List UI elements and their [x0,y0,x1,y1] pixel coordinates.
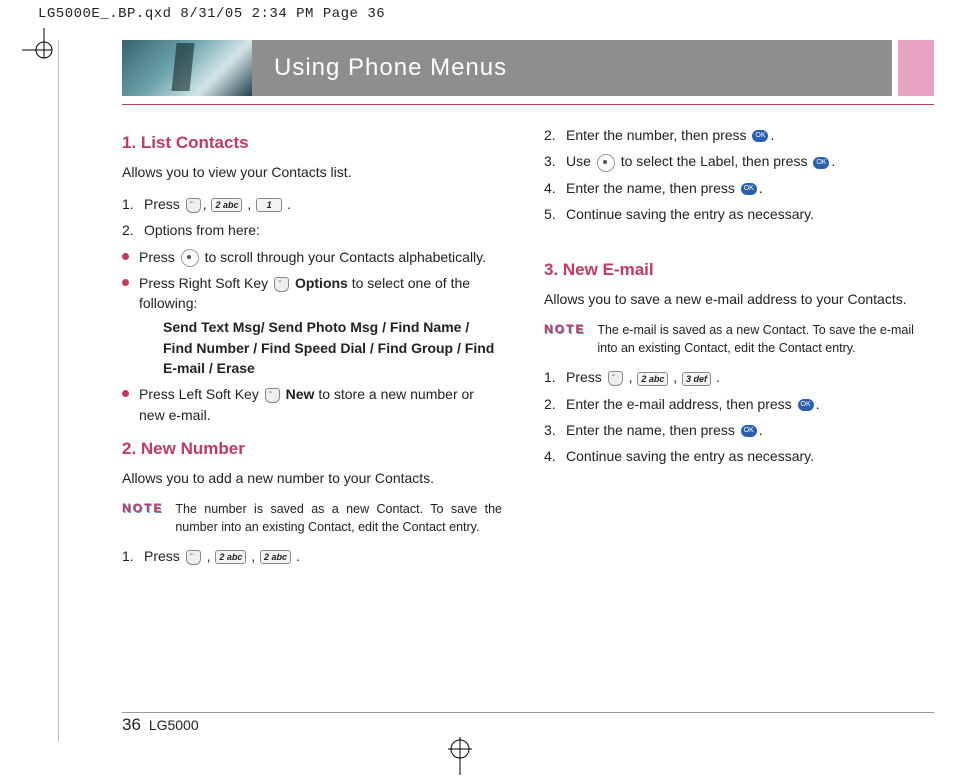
sec2-step-5: 5. Continue saving the entry as necessar… [544,204,924,224]
sec2-step-2: 2. Enter the number, then press OK. [544,125,924,145]
ok-button-icon: OK [741,425,757,437]
header-photo [122,40,252,96]
keypad-key-1: 1 [256,198,282,212]
note-text: The number is saved as a new Contact. To… [175,500,502,536]
options-label: Options [295,275,348,291]
bullet-text: Press Right Soft Key [139,275,272,291]
section-3-title: 3. New E-mail [544,258,924,283]
keypad-key-2: 2 abc [215,550,246,564]
step-number: 5. [544,204,560,224]
section-3-intro: Allows you to save a new e-mail address … [544,289,924,309]
softkey-icon [274,277,289,292]
footer-rule [122,712,934,713]
left-column: 1. List Contacts Allows you to view your… [122,119,502,572]
step-text: Enter the name, then press [566,180,739,196]
ok-button-icon: OK [798,399,814,411]
sec1-bullet-3: Press Left Soft Key New to store a new n… [122,384,502,425]
page-number: 36 [122,715,141,734]
softkey-icon [186,550,201,565]
section-2-intro: Allows you to add a new number to your C… [122,468,502,488]
sec3-step-3: 3. Enter the name, then press OK. [544,420,924,440]
sec3-step-2: 2. Enter the e-mail address, then press … [544,394,924,414]
model-name: LG5000 [149,717,199,733]
sec1-step-1: 1. Press , 2 abc , 1 . [122,194,502,214]
ok-button-icon: OK [813,157,829,169]
section-2-title: 2. New Number [122,437,502,462]
bullet-icon [122,279,129,286]
chapter-title: Using Phone Menus [252,40,892,96]
left-margin-rule [58,40,59,741]
ok-button-icon: OK [752,130,768,142]
step-number: 3. [544,151,560,171]
softkey-icon [186,198,201,213]
crop-mark-bottom-center [435,735,485,775]
bullet-text: to scroll through your Contacts alphabet… [205,249,486,265]
bullet-icon [122,253,129,260]
sec3-step-4: 4. Continue saving the entry as necessar… [544,446,924,466]
sec2-step-4: 4. Enter the name, then press OK. [544,178,924,198]
body-columns: 1. List Contacts Allows you to view your… [122,119,934,572]
sec2-step-3: 3. Use to select the Label, then press O… [544,151,924,171]
section-1-intro: Allows you to view your Contacts list. [122,162,502,182]
page-footer: 36 LG5000 [122,715,199,735]
step-number: 3. [544,420,560,440]
nav-wheel-icon [597,154,615,172]
step-text: Press [144,548,184,564]
step-number: 2. [544,394,560,414]
step-text: Use [566,153,595,169]
bullet-icon [122,390,129,397]
keypad-key-3: 3 def [682,372,711,386]
step-number: 1. [122,546,138,566]
step-text: Enter the name, then press [566,422,739,438]
section-3-note: NOTE The e-mail is saved as a new Contac… [544,321,924,357]
note-label: NOTE [544,321,585,357]
bullet-text: Press Left Soft Key [139,386,263,402]
step-text: to select the Label, then press [621,153,812,169]
softkey-icon [265,388,280,403]
page-content: Using Phone Menus 1. List Contacts Allow… [58,40,934,741]
sec1-bullet-2: Press Right Soft Key Options to select o… [122,273,502,378]
note-text: The e-mail is saved as a new Contact. To… [597,321,924,357]
chapter-header: Using Phone Menus [122,40,934,96]
step-number: 1. [122,194,138,214]
sec1-step-2: 2. Options from here: [122,220,502,240]
step-number: 2. [544,125,560,145]
options-list: Send Text Msg/ Send Photo Msg / Find Nam… [139,317,502,378]
nav-wheel-icon [181,249,199,267]
step-number: 4. [544,446,560,466]
ok-button-icon: OK [741,183,757,195]
sec2-step-1: 1. Press , 2 abc , 2 abc . [122,546,502,566]
step-text: Enter the e-mail address, then press [566,396,796,412]
step-number: 1. [544,367,560,387]
new-label: New [286,386,315,402]
softkey-icon [608,371,623,386]
keypad-key-2: 2 abc [637,372,668,386]
header-accent-tab [898,40,934,96]
step-text: Continue saving the entry as necessary. [566,446,814,466]
section-2-note: NOTE The number is saved as a new Contac… [122,500,502,536]
step-text: Press [144,196,184,212]
step-text: Continue saving the entry as necessary. [566,204,814,224]
keypad-key-2b: 2 abc [260,550,291,564]
sec3-step-1: 1. Press , 2 abc , 3 def . [544,367,924,387]
keypad-key-2: 2 abc [211,198,242,212]
step-text: Options from here: [144,220,260,240]
right-column: 2. Enter the number, then press OK. 3. U… [544,119,924,572]
note-label: NOTE [122,500,163,536]
section-1-title: 1. List Contacts [122,131,502,156]
bullet-text: Press [139,249,179,265]
sec1-bullet-1: Press to scroll through your Contacts al… [122,247,502,267]
step-text: Enter the number, then press [566,127,750,143]
header-underline [122,104,934,105]
document-filepath: LG5000E_.BP.qxd 8/31/05 2:34 PM Page 36 [38,6,385,22]
step-text: Press [566,369,606,385]
step-number: 2. [122,220,138,240]
step-number: 4. [544,178,560,198]
